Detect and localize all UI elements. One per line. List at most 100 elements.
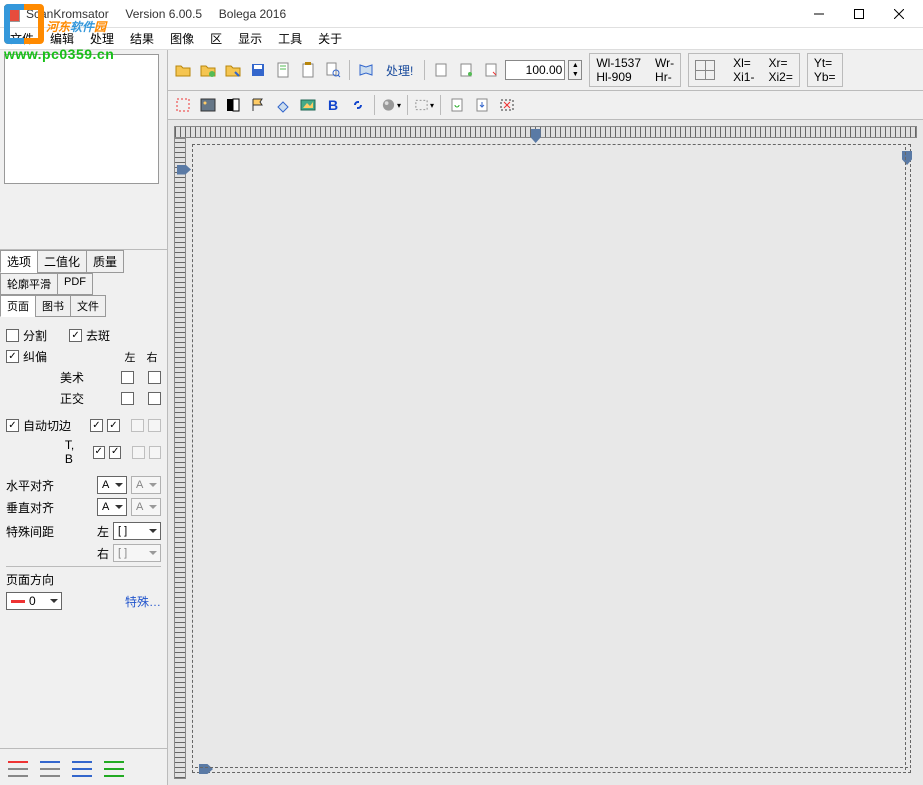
dashed-rect-icon[interactable]: ▾ [413, 94, 435, 116]
document-icon[interactable] [272, 59, 294, 81]
menu-file[interactable]: 文件 [4, 28, 40, 49]
menu-edit[interactable]: 编辑 [44, 28, 80, 49]
thumbnail-preview[interactable] [4, 54, 159, 184]
dimensions-panel: Wl-1537Hl-909 Wr-Hr- [589, 53, 681, 87]
split-label: 分割 [23, 327, 47, 344]
orient-label: 页面方向 [6, 571, 54, 588]
ruler-marker-left[interactable] [177, 165, 191, 175]
erase-icon[interactable] [272, 94, 294, 116]
art-right-checkbox[interactable] [148, 371, 161, 384]
list-view-2-button[interactable] [40, 761, 60, 777]
art-label: 美术 [60, 369, 84, 386]
window-title: ScanKromsator Version 6.00.5 Bolega 2016 [26, 7, 799, 21]
tab-binarize[interactable]: 二值化 [37, 250, 87, 273]
deskew-label: 纠偏 [23, 348, 47, 365]
refresh-page-icon[interactable] [446, 94, 468, 116]
contrast-icon[interactable] [222, 94, 244, 116]
despeckle-label: 去斑 [86, 327, 110, 344]
menu-results[interactable]: 结果 [124, 28, 160, 49]
zoom-spinner[interactable]: ▲▼ [568, 60, 582, 80]
list-view-check-button[interactable] [104, 761, 124, 777]
autocrop-l1[interactable] [90, 419, 103, 432]
tb-l2[interactable] [109, 446, 121, 459]
tb-l1[interactable] [93, 446, 105, 459]
menu-view[interactable]: 显示 [232, 28, 268, 49]
tb-r2 [149, 446, 161, 459]
crop-marker-bottom[interactable] [199, 764, 213, 774]
tab-file[interactable]: 文件 [70, 295, 106, 317]
clipboard-icon[interactable] [297, 59, 319, 81]
spacing-left-select[interactable]: [ ] [113, 522, 161, 540]
deskew-checkbox[interactable] [6, 350, 19, 363]
toolbar-secondary: B ▾ ▾ [168, 91, 923, 120]
page-1-icon[interactable] [430, 59, 452, 81]
menu-image[interactable]: 图像 [164, 28, 200, 49]
art-left-checkbox[interactable] [121, 371, 134, 384]
app-icon [4, 6, 20, 22]
book-icon[interactable] [355, 59, 377, 81]
tb-label: T, B [65, 438, 85, 466]
tab-page[interactable]: 页面 [0, 295, 36, 317]
ortho-left-checkbox[interactable] [121, 392, 134, 405]
autocrop-l2[interactable] [107, 419, 120, 432]
autocrop-r1 [131, 419, 144, 432]
crop-marker-right[interactable] [902, 151, 912, 165]
autocrop-checkbox[interactable] [6, 419, 19, 432]
maximize-button[interactable] [839, 1, 879, 27]
list-view-3-button[interactable] [72, 761, 92, 777]
ruler-vertical[interactable] [174, 138, 186, 779]
crop-x-icon[interactable] [496, 94, 518, 116]
menu-tools[interactable]: 工具 [272, 28, 308, 49]
zoom-input[interactable] [505, 60, 565, 80]
spacing-label: 特殊间距 [6, 523, 54, 540]
orient-select[interactable]: 0 [6, 592, 62, 610]
coords-panel-2: Yt=Yb= [807, 53, 843, 87]
search-doc-icon[interactable] [322, 59, 344, 81]
menu-zone[interactable]: 区 [204, 28, 228, 49]
special-link[interactable]: 特殊… [125, 593, 161, 610]
canvas-area[interactable] [168, 120, 923, 785]
minimize-button[interactable] [799, 1, 839, 27]
sphere-icon[interactable]: ▾ [380, 94, 402, 116]
tab-options[interactable]: 选项 [0, 250, 38, 273]
split-checkbox[interactable] [6, 329, 19, 342]
export-page-icon[interactable] [471, 94, 493, 116]
halign-left-select[interactable]: A [97, 476, 127, 494]
despeckle-checkbox[interactable] [69, 329, 82, 342]
close-button[interactable] [879, 1, 919, 27]
picture-icon[interactable] [297, 94, 319, 116]
tab-pdf[interactable]: PDF [57, 273, 93, 295]
ruler-horizontal[interactable] [174, 126, 917, 138]
image-icon[interactable] [197, 94, 219, 116]
open-folder-3-icon[interactable] [222, 59, 244, 81]
col-right-label: 右 [143, 349, 161, 365]
spacing-right-select: [ ] [113, 544, 161, 562]
list-view-1-button[interactable] [8, 761, 28, 777]
side-panel: 选项 二值化 质量 轮廓平滑 PDF 页面 图书 文件 分割 去斑 纠偏 [0, 50, 168, 785]
link-icon[interactable] [347, 94, 369, 116]
menu-about[interactable]: 关于 [312, 28, 348, 49]
menubar: 文件 编辑 处理 结果 图像 区 显示 工具 关于 [0, 28, 923, 50]
autocrop-r2 [148, 419, 161, 432]
guide-bottom[interactable] [195, 767, 908, 768]
valign-left-select[interactable]: A [97, 498, 127, 516]
page-3-icon[interactable] [480, 59, 502, 81]
ortho-label: 正交 [60, 390, 84, 407]
guide-right[interactable] [905, 147, 906, 770]
bold-icon[interactable]: B [322, 94, 344, 116]
ruler-marker-top[interactable] [531, 129, 541, 143]
menu-process[interactable]: 处理 [84, 28, 120, 49]
open-folder-2-icon[interactable] [197, 59, 219, 81]
tab-contour[interactable]: 轮廓平滑 [0, 273, 58, 295]
page-2-icon[interactable] [455, 59, 477, 81]
select-rect-icon[interactable] [172, 94, 194, 116]
tab-book[interactable]: 图书 [35, 295, 71, 317]
flag-icon[interactable] [247, 94, 269, 116]
valign-label: 垂直对齐 [6, 499, 54, 516]
ortho-right-checkbox[interactable] [148, 392, 161, 405]
process-button[interactable]: 处理! [380, 62, 419, 79]
open-folder-1-icon[interactable] [172, 59, 194, 81]
save-icon[interactable] [247, 59, 269, 81]
tab-quality[interactable]: 质量 [86, 250, 124, 273]
page-boundary[interactable] [192, 144, 911, 773]
